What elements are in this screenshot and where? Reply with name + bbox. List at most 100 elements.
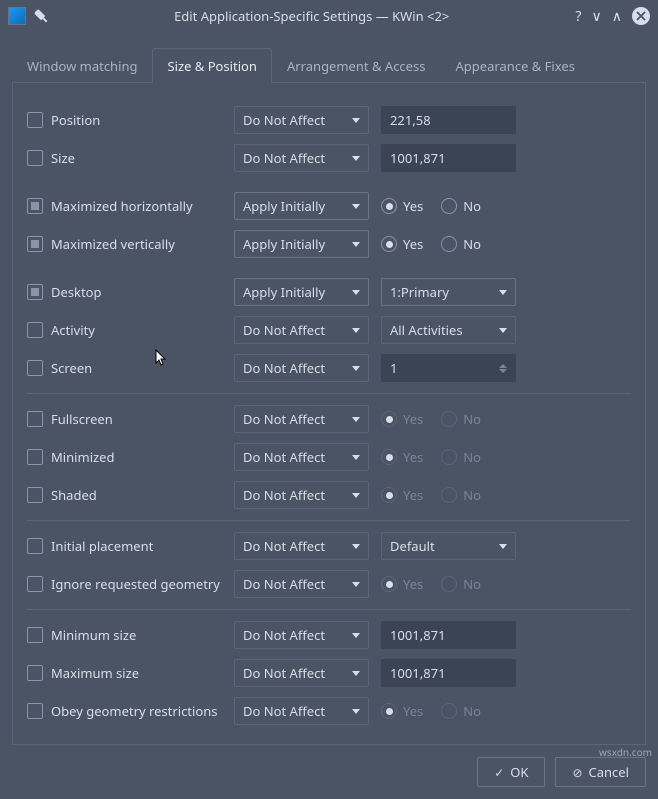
- tab-bar: Window matching Size & Position Arrangem…: [12, 48, 646, 83]
- screen-label: Screen: [51, 359, 92, 377]
- chevron-down-icon: [352, 633, 360, 638]
- ignore-rule-combo[interactable]: Do Not Affect: [234, 570, 369, 598]
- size-checkbox[interactable]: [27, 150, 43, 166]
- minimize-icon[interactable]: ∨: [592, 7, 602, 26]
- chevron-down-icon: [352, 366, 360, 371]
- fullscreen-label: Fullscreen: [51, 410, 113, 428]
- chevron-down-icon: [352, 544, 360, 549]
- maxh-label: Maximized horizontally: [51, 197, 193, 215]
- maxh-rule-combo[interactable]: Apply Initially: [234, 192, 369, 220]
- minimized-yes-radio[interactable]: Yes: [381, 448, 423, 466]
- tab-appearance-fixes[interactable]: Appearance & Fixes: [440, 48, 589, 83]
- placement-value-combo[interactable]: Default: [381, 532, 516, 560]
- tab-size-position[interactable]: Size & Position: [152, 48, 271, 83]
- maxh-yes-radio[interactable]: Yes: [381, 197, 423, 215]
- minsize-label: Minimum size: [51, 626, 136, 644]
- desktop-rule-combo[interactable]: Apply Initially: [234, 278, 369, 306]
- tab-arrangement-access[interactable]: Arrangement & Access: [272, 48, 441, 83]
- maximize-icon[interactable]: ∧: [612, 7, 622, 26]
- desktop-checkbox[interactable]: [27, 284, 43, 300]
- desktop-value-combo[interactable]: 1:Primary: [381, 278, 516, 306]
- shaded-rule-combo[interactable]: Do Not Affect: [234, 481, 369, 509]
- obey-label: Obey geometry restrictions: [51, 702, 217, 720]
- chevron-down-icon: [352, 328, 360, 333]
- watermark: wsxdn.com: [599, 745, 652, 759]
- divider: [27, 393, 631, 394]
- obey-no-radio[interactable]: No: [441, 702, 481, 720]
- fullscreen-checkbox[interactable]: [27, 411, 43, 427]
- minsize-rule-combo[interactable]: Do Not Affect: [234, 621, 369, 649]
- chevron-down-icon: [352, 242, 360, 247]
- activity-rule-combo[interactable]: Do Not Affect: [234, 316, 369, 344]
- check-icon: ✓: [494, 764, 504, 781]
- position-checkbox[interactable]: [27, 112, 43, 128]
- maxh-no-radio[interactable]: No: [441, 197, 481, 215]
- obey-rule-combo[interactable]: Do Not Affect: [234, 697, 369, 725]
- position-label: Position: [51, 111, 100, 129]
- chevron-down-icon: [499, 544, 507, 549]
- chevron-down-icon: [352, 156, 360, 161]
- pin-icon[interactable]: [31, 6, 51, 26]
- position-rule-combo[interactable]: Do Not Affect: [234, 106, 369, 134]
- minimized-label: Minimized: [51, 448, 114, 466]
- maxv-no-radio[interactable]: No: [441, 235, 481, 253]
- size-rule-combo[interactable]: Do Not Affect: [234, 144, 369, 172]
- obey-yes-radio[interactable]: Yes: [381, 702, 423, 720]
- size-value[interactable]: 1001,871: [381, 144, 516, 172]
- chevron-down-icon: [352, 455, 360, 460]
- chevron-down-icon: [499, 328, 507, 333]
- fullscreen-rule-combo[interactable]: Do Not Affect: [234, 405, 369, 433]
- activity-checkbox[interactable]: [27, 322, 43, 338]
- chevron-down-icon: [352, 204, 360, 209]
- maxv-checkbox[interactable]: [27, 236, 43, 252]
- screen-spinner[interactable]: 1: [381, 354, 516, 382]
- ignore-checkbox[interactable]: [27, 576, 43, 592]
- placement-rule-combo[interactable]: Do Not Affect: [234, 532, 369, 560]
- maxh-checkbox[interactable]: [27, 198, 43, 214]
- chevron-down-icon: [352, 493, 360, 498]
- divider: [27, 609, 631, 610]
- shaded-yes-radio[interactable]: Yes: [381, 486, 423, 504]
- chevron-down-icon: [352, 290, 360, 295]
- position-value[interactable]: 221,58: [381, 106, 516, 134]
- placement-label: Initial placement: [51, 537, 153, 555]
- activity-value-combo[interactable]: All Activities: [381, 316, 516, 344]
- ignore-no-radio[interactable]: No: [441, 575, 481, 593]
- maxsize-checkbox[interactable]: [27, 665, 43, 681]
- minsize-checkbox[interactable]: [27, 627, 43, 643]
- chevron-down-icon: [499, 290, 507, 295]
- shaded-label: Shaded: [51, 486, 97, 504]
- screen-checkbox[interactable]: [27, 360, 43, 376]
- maxv-rule-combo[interactable]: Apply Initially: [234, 230, 369, 258]
- minimized-no-radio[interactable]: No: [441, 448, 481, 466]
- shaded-no-radio[interactable]: No: [441, 486, 481, 504]
- divider: [27, 520, 631, 521]
- screen-rule-combo[interactable]: Do Not Affect: [234, 354, 369, 382]
- ignore-yes-radio[interactable]: Yes: [381, 575, 423, 593]
- placement-checkbox[interactable]: [27, 538, 43, 554]
- cancel-icon: ⊘: [572, 764, 582, 781]
- tab-window-matching[interactable]: Window matching: [12, 48, 152, 83]
- desktop-label: Desktop: [51, 283, 102, 301]
- maxv-yes-radio[interactable]: Yes: [381, 235, 423, 253]
- activity-label: Activity: [51, 321, 95, 339]
- maxsize-label: Maximum size: [51, 664, 139, 682]
- obey-checkbox[interactable]: [27, 703, 43, 719]
- help-icon[interactable]: ?: [575, 7, 581, 26]
- minimized-checkbox[interactable]: [27, 449, 43, 465]
- size-label: Size: [51, 149, 75, 167]
- chevron-down-icon: [352, 582, 360, 587]
- minimized-rule-combo[interactable]: Do Not Affect: [234, 443, 369, 471]
- maxsize-rule-combo[interactable]: Do Not Affect: [234, 659, 369, 687]
- chevron-down-icon: [352, 709, 360, 714]
- fullscreen-yes-radio[interactable]: Yes: [381, 410, 423, 428]
- settings-panel: Position Do Not Affect 221,58 Size Do No…: [12, 83, 646, 745]
- ignore-label: Ignore requested geometry: [51, 575, 220, 593]
- chevron-down-icon: [352, 417, 360, 422]
- fullscreen-no-radio[interactable]: No: [441, 410, 481, 428]
- shaded-checkbox[interactable]: [27, 487, 43, 503]
- maxsize-value[interactable]: 1001,871: [381, 659, 516, 687]
- minsize-value[interactable]: 1001,871: [381, 621, 516, 649]
- close-icon[interactable]: [632, 7, 650, 25]
- app-icon: [8, 7, 26, 25]
